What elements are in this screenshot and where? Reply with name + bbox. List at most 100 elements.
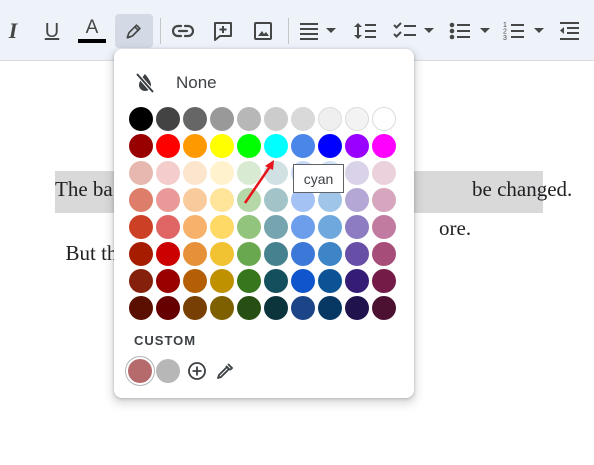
insert-image-button[interactable] [248,14,278,48]
bulleted-list-dropdown[interactable] [446,14,494,48]
color-swatch[interactable] [237,134,261,158]
decrease-indent-button[interactable] [554,14,584,48]
numbered-list-dropdown[interactable]: 1 2 3 [500,14,548,48]
color-swatch[interactable] [237,296,261,320]
color-swatch[interactable] [345,242,369,266]
color-swatch[interactable] [264,188,288,212]
color-swatch[interactable] [156,161,180,185]
color-swatch[interactable] [318,215,342,239]
color-swatch[interactable] [210,107,234,131]
color-swatch[interactable] [129,188,153,212]
italic-button[interactable]: I [0,14,26,48]
no-highlight-option[interactable]: None [114,65,414,101]
color-swatch[interactable] [264,107,288,131]
link-icon [172,24,194,38]
color-swatch[interactable] [237,107,261,131]
color-swatch[interactable] [129,269,153,293]
color-swatch[interactable] [156,107,180,131]
color-swatch[interactable] [156,269,180,293]
color-swatch[interactable] [291,107,315,131]
color-swatch[interactable] [264,215,288,239]
color-swatch[interactable] [372,215,396,239]
underline-icon: U [44,19,60,42]
highlight-color-button[interactable] [115,14,153,48]
color-swatch[interactable] [156,215,180,239]
color-swatch[interactable] [345,269,369,293]
color-swatch[interactable] [210,242,234,266]
color-swatch[interactable] [183,188,207,212]
color-swatch[interactable] [345,215,369,239]
color-swatch[interactable] [210,215,234,239]
color-swatch[interactable] [237,269,261,293]
add-custom-color-icon[interactable] [186,360,208,382]
color-swatch[interactable] [345,296,369,320]
color-swatch[interactable] [291,296,315,320]
color-swatch[interactable] [345,107,369,131]
color-swatch[interactable] [183,215,207,239]
color-swatch[interactable] [318,107,342,131]
color-swatch[interactable] [183,134,207,158]
color-swatch[interactable] [291,134,315,158]
color-swatch[interactable] [156,296,180,320]
color-swatch[interactable] [264,242,288,266]
color-swatch[interactable] [129,242,153,266]
line-spacing-button[interactable] [350,14,380,48]
color-swatch[interactable] [372,134,396,158]
color-swatch[interactable] [345,134,369,158]
color-swatch[interactable] [318,296,342,320]
color-swatch[interactable] [318,134,342,158]
color-swatch[interactable] [129,107,153,131]
color-swatch[interactable] [264,269,288,293]
checklist-dropdown[interactable] [390,14,438,48]
color-swatch[interactable] [237,215,261,239]
color-swatch[interactable] [129,161,153,185]
color-swatch[interactable] [372,242,396,266]
align-dropdown[interactable] [296,14,340,48]
color-swatch[interactable] [264,134,288,158]
highlight-color-palette: None CUSTOM [114,49,414,398]
color-swatch[interactable] [156,134,180,158]
color-swatch[interactable] [372,269,396,293]
color-swatch[interactable] [264,296,288,320]
color-swatch[interactable] [318,269,342,293]
color-swatch[interactable] [210,296,234,320]
color-swatch[interactable] [156,188,180,212]
underline-button[interactable]: U [38,14,66,48]
color-swatch[interactable] [291,215,315,239]
text-color-button[interactable]: A [76,14,108,48]
color-swatch[interactable] [210,269,234,293]
color-swatch[interactable] [372,107,396,131]
dropdown-arrow-icon [326,28,336,33]
color-swatch[interactable] [345,161,369,185]
color-swatch[interactable] [237,188,261,212]
color-swatch[interactable] [129,296,153,320]
color-swatch[interactable] [372,188,396,212]
color-swatch[interactable] [372,161,396,185]
custom-color-swatch[interactable] [128,359,152,383]
bulleted-list-icon [449,22,470,40]
color-swatch[interactable] [183,161,207,185]
custom-color-swatch[interactable] [156,359,180,383]
color-swatch[interactable] [183,296,207,320]
color-swatch[interactable] [345,188,369,212]
color-swatch[interactable] [372,296,396,320]
color-swatch[interactable] [210,161,234,185]
color-swatch[interactable] [291,269,315,293]
color-swatch[interactable] [156,242,180,266]
color-swatch[interactable] [183,269,207,293]
doc-paragraph[interactable]: But th ore. [55,216,472,266]
color-swatch[interactable] [318,242,342,266]
color-swatch[interactable] [183,107,207,131]
color-swatch[interactable] [210,134,234,158]
color-swatch[interactable] [129,134,153,158]
color-swatch[interactable] [264,161,288,185]
color-swatch[interactable] [237,161,261,185]
color-swatch[interactable] [237,242,261,266]
insert-comment-button[interactable] [208,14,238,48]
color-swatch[interactable] [183,242,207,266]
color-swatch[interactable] [291,242,315,266]
insert-link-button[interactable] [168,14,198,48]
color-swatch[interactable] [129,215,153,239]
eyedropper-icon[interactable] [214,360,236,382]
color-swatch[interactable] [210,188,234,212]
